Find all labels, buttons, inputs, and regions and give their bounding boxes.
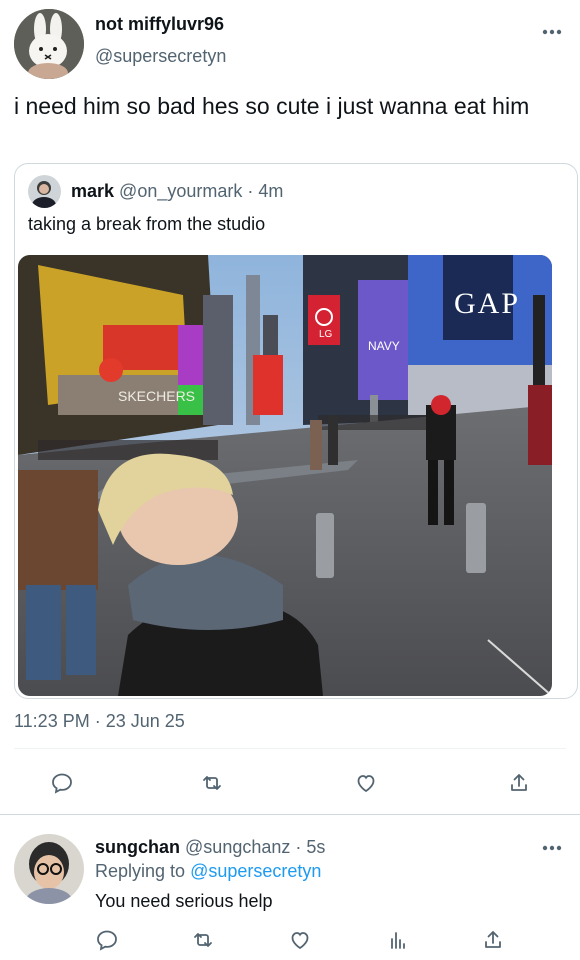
author-handle[interactable]: @supersecretyn <box>95 46 226 67</box>
times-square-photo: SKECHERS LG NAVY GAP <box>18 255 552 696</box>
reply-handle[interactable]: @sungchanz <box>185 837 290 857</box>
divider <box>14 748 566 749</box>
quoted-handle[interactable]: @on_yourmark <box>119 181 242 201</box>
quoted-author-line: mark @on_yourmark · 4m <box>71 181 283 202</box>
sketchers-sign: SKECHERS <box>118 388 195 404</box>
reply-like-button[interactable] <box>282 922 318 958</box>
share-button[interactable] <box>501 765 537 801</box>
like-icon <box>291 932 309 950</box>
reply-icon <box>52 773 72 794</box>
more-options-button-reply[interactable] <box>538 838 566 858</box>
quoted-avatar-image <box>28 175 61 208</box>
quoted-time: · 4m <box>247 181 284 201</box>
retweet-icon <box>194 933 212 947</box>
like-icon <box>357 775 375 793</box>
section-divider <box>0 814 580 815</box>
replying-to-line: Replying to @supersecretyn <box>95 861 321 882</box>
retweet-button[interactable] <box>194 765 230 801</box>
quoted-photo[interactable]: SKECHERS LG NAVY GAP <box>18 255 552 696</box>
tweet-timestamp[interactable]: 11:23 PM · 23 Jun 25 <box>14 711 185 732</box>
like-button[interactable] <box>348 765 384 801</box>
author-avatar[interactable] <box>14 9 84 79</box>
retweet-icon <box>203 776 221 790</box>
quoted-text: taking a break from the studio <box>28 214 266 234</box>
reply-display-name[interactable]: sungchan <box>95 837 180 857</box>
more-icon <box>542 29 562 35</box>
reply-time: · 5s <box>295 837 326 857</box>
reply-button[interactable] <box>44 765 80 801</box>
share-icon <box>485 931 501 948</box>
reply-share-button[interactable] <box>475 922 511 958</box>
quoted-author-avatar[interactable] <box>28 175 61 208</box>
lg-sign: LG <box>319 329 333 340</box>
reply-views-button[interactable] <box>380 922 416 958</box>
tweet-text: i need him so bad hes so cute i just wan… <box>14 93 530 119</box>
author-display-name[interactable]: not miffyluvr96 <box>95 14 224 35</box>
more-icon <box>542 845 562 851</box>
views-icon <box>391 932 405 949</box>
reply-author-avatar[interactable] <box>14 834 84 904</box>
replying-to-handle[interactable]: @supersecretyn <box>190 861 321 881</box>
reply-icon <box>97 930 117 951</box>
reply-retweet-button[interactable] <box>185 922 221 958</box>
reply-avatar-image <box>14 834 84 904</box>
share-icon <box>511 774 527 791</box>
reply-author-line: sungchan @sungchanz · 5s <box>95 837 325 858</box>
replying-to-prefix: Replying to <box>95 861 186 881</box>
reply-text: You need serious help <box>95 891 273 911</box>
miffy-avatar-image <box>14 9 84 79</box>
gap-sign: GAP <box>454 287 520 320</box>
reply-reply-button[interactable] <box>89 922 125 958</box>
more-options-button[interactable] <box>538 22 566 42</box>
navy-sign: NAVY <box>368 339 400 353</box>
quoted-display-name[interactable]: mark <box>71 181 114 201</box>
